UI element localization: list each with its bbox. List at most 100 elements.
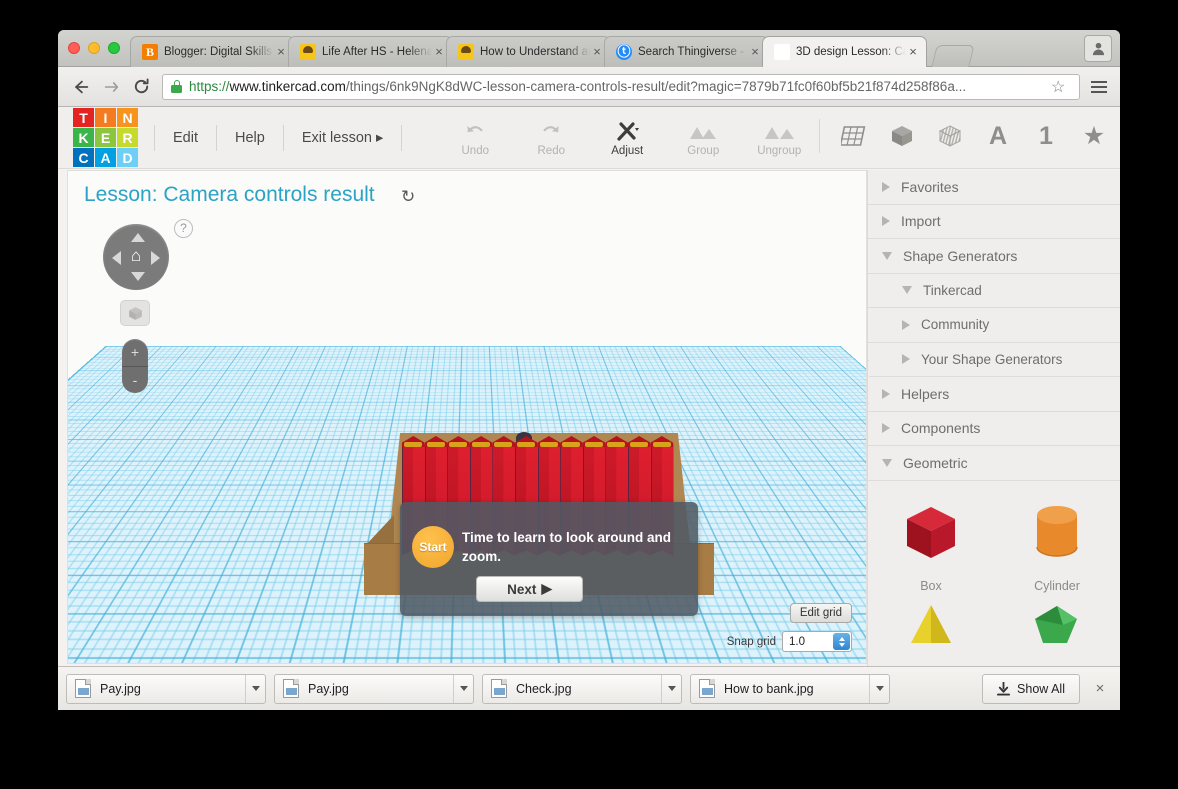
logo-tile: D — [117, 148, 138, 167]
browser-tab-2[interactable]: Life After HS - Helena M × — [288, 36, 453, 67]
back-button[interactable] — [66, 72, 96, 102]
sidebar-collapse-handle[interactable]: ❯ — [868, 360, 869, 404]
browser-tab-4[interactable]: Search Thingiverse - Thi × — [604, 36, 769, 67]
sidebar-item-label: Import — [901, 213, 941, 230]
caret-down-icon — [459, 686, 468, 691]
browser-tab-3[interactable]: How to Understand and × — [446, 36, 611, 67]
solid-cube-icon[interactable] — [886, 119, 918, 153]
new-tab-button[interactable] — [931, 45, 975, 67]
downloads-bar: Pay.jpg Pay.jpg Check.jpg How to bank.jp… — [58, 666, 1120, 710]
star-icon[interactable]: ★ — [1078, 119, 1110, 153]
tab-close-icon[interactable]: × — [906, 45, 920, 59]
sidebar-item-favorites[interactable]: Favorites — [868, 170, 1120, 205]
view-down-arrow-icon[interactable] — [131, 272, 145, 281]
lesson-next-button[interactable]: Next ▶ — [476, 576, 583, 602]
sidebar-item-geometric[interactable]: Geometric — [868, 446, 1120, 481]
address-bar[interactable]: https://www.tinkercad.com/things/6nk9NgK… — [162, 73, 1080, 100]
sidebar-item-shape-generators[interactable]: Shape Generators — [868, 239, 1120, 274]
sidebar-item-label: Your Shape Generators — [921, 351, 1063, 367]
download-item-3[interactable]: Check.jpg — [482, 673, 682, 704]
tab-close-icon[interactable]: × — [590, 45, 604, 59]
browser-menu-button[interactable] — [1086, 74, 1112, 100]
download-icon — [997, 681, 1011, 696]
redo-label: Redo — [537, 144, 566, 157]
forward-button[interactable] — [96, 72, 126, 102]
menu-item-edit[interactable]: Edit — [154, 124, 217, 151]
snap-grid-input[interactable]: 1.0 — [782, 631, 852, 652]
zoom-out-button[interactable]: - — [122, 367, 148, 394]
download-menu-button[interactable] — [869, 674, 889, 703]
download-menu-button[interactable] — [453, 674, 473, 703]
edit-grid-button[interactable]: Edit grid — [789, 603, 852, 623]
shape-item-polyhedron[interactable] — [994, 603, 1120, 648]
browser-tab-5[interactable]: 3D design Lesson: Came × — [762, 36, 927, 67]
view-navigation-pad[interactable]: ⌂ — [103, 224, 169, 290]
sidebar-item-components[interactable]: Components — [868, 412, 1120, 446]
hole-cube-icon[interactable] — [934, 119, 966, 153]
tab-close-icon[interactable]: × — [432, 45, 446, 59]
url-scheme: https:// — [189, 79, 230, 94]
group-label: Group — [687, 144, 720, 157]
group-button[interactable]: Group — [670, 119, 736, 157]
text-icon[interactable]: A — [982, 119, 1014, 153]
refresh-icon[interactable]: ↻ — [401, 187, 415, 207]
download-menu-button[interactable] — [661, 674, 681, 703]
download-item-4[interactable]: How to bank.jpg — [690, 673, 890, 704]
browser-tab-strip: Blogger: Digital Skills for × Life After… — [58, 30, 1120, 67]
lesson-message: Time to learn to look around and zoom. — [462, 530, 672, 564]
sidebar-item-community[interactable]: Community — [868, 308, 1120, 343]
menu-item-help[interactable]: Help — [217, 124, 284, 151]
view-right-arrow-icon[interactable] — [151, 251, 160, 265]
download-filename: How to bank.jpg — [724, 681, 814, 696]
profile-avatar-button[interactable] — [1084, 35, 1112, 62]
chevron-right-icon — [882, 216, 890, 227]
box-shape-icon — [907, 506, 955, 558]
download-item-2[interactable]: Pay.jpg — [274, 673, 474, 704]
home-view-icon[interactable]: ⌂ — [127, 247, 145, 265]
fit-to-view-button[interactable] — [120, 300, 150, 326]
download-item-1[interactable]: Pay.jpg — [66, 673, 266, 704]
sidebar-item-helpers[interactable]: Helpers — [868, 377, 1120, 412]
tab-close-icon[interactable]: × — [748, 45, 762, 59]
chevron-right-icon — [902, 354, 910, 365]
window-minimize-button[interactable] — [88, 42, 100, 54]
stepper-up-icon[interactable] — [838, 636, 845, 641]
workplane-icon[interactable] — [838, 119, 870, 153]
design-canvas[interactable]: Lesson: Camera controls result ↻ Workpla… — [67, 170, 867, 664]
snap-grid-stepper[interactable] — [833, 633, 850, 650]
adjust-button[interactable]: Adjust — [594, 119, 660, 157]
undo-button[interactable]: Undo — [442, 119, 508, 157]
bookmark-star-icon[interactable]: ☆ — [1051, 77, 1071, 97]
browser-tab-1[interactable]: Blogger: Digital Skills for × — [130, 36, 295, 67]
window-maximize-button[interactable] — [108, 42, 120, 54]
shape-item-pyramid[interactable] — [868, 603, 994, 648]
help-icon[interactable]: ? — [174, 219, 193, 238]
zoom-in-button[interactable]: + — [122, 339, 148, 367]
redo-button[interactable]: Redo — [518, 119, 584, 157]
view-left-arrow-icon[interactable] — [112, 251, 121, 265]
window-close-button[interactable] — [68, 42, 80, 54]
shape-item-cylinder[interactable]: Cylinder — [994, 495, 1120, 593]
sidebar-item-label: Shape Generators — [903, 247, 1018, 264]
polyhedron-shape-icon — [1035, 605, 1077, 643]
ungroup-button[interactable]: Ungroup — [746, 119, 812, 157]
tinkercad-toolbar: Undo Redo Adjust Group Ungroup — [442, 119, 812, 157]
snap-grid-value: 1.0 — [789, 635, 805, 648]
logo-tile: T — [73, 108, 94, 127]
stepper-down-icon[interactable] — [838, 642, 845, 647]
tinkercad-logo[interactable]: T I N K E R C A D — [73, 108, 138, 167]
sidebar-item-tinkercad[interactable]: Tinkercad — [868, 274, 1120, 308]
zoom-controls: + - — [122, 339, 148, 393]
download-menu-button[interactable] — [245, 674, 265, 703]
menu-item-exit-lesson[interactable]: Exit lesson ▸ — [284, 124, 403, 151]
shape-item-box[interactable]: Box — [868, 495, 994, 593]
sidebar-item-your-shape-generators[interactable]: Your Shape Generators — [868, 343, 1120, 377]
undo-label: Undo — [461, 144, 490, 157]
reload-button[interactable] — [126, 72, 156, 102]
sidebar-item-import[interactable]: Import — [868, 205, 1120, 239]
number-icon[interactable]: 1 — [1030, 119, 1062, 153]
show-all-downloads-button[interactable]: Show All — [982, 673, 1080, 704]
tab-close-icon[interactable]: × — [274, 45, 288, 59]
close-downloads-bar-button[interactable]: × — [1088, 680, 1112, 697]
view-up-arrow-icon[interactable] — [131, 233, 145, 242]
